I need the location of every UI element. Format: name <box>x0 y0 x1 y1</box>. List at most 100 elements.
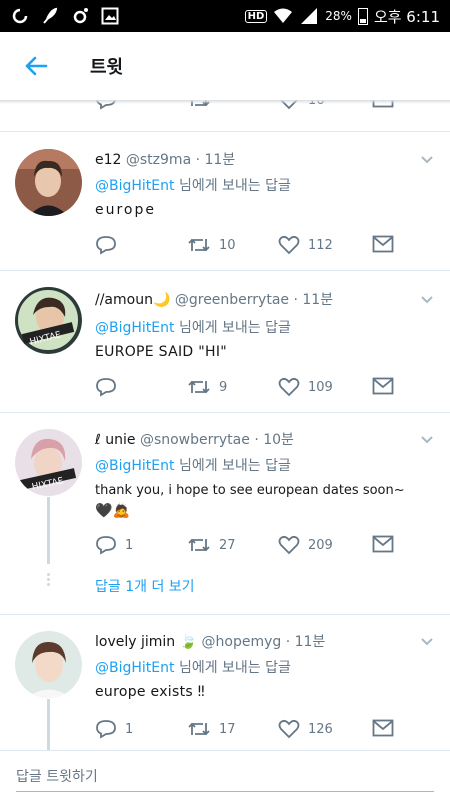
avatar[interactable]: HIXTAE <box>15 287 82 354</box>
tweet-text: europe <box>95 202 156 218</box>
mail-icon <box>372 719 394 737</box>
reply-context-text: 님에게 보내는 답글 <box>174 178 291 194</box>
avatar[interactable] <box>15 631 82 698</box>
chevron-down-icon[interactable] <box>420 153 434 167</box>
share-button[interactable] <box>372 235 394 253</box>
chevron-down-icon[interactable] <box>420 433 434 447</box>
mention-link[interactable]: @BigHitEnt <box>95 320 175 336</box>
reply-context: @BigHitEnt 님에게 보내는 답글 <box>95 455 291 475</box>
thread-dots <box>46 571 51 588</box>
avatar[interactable]: HIXTAE <box>15 429 82 496</box>
mention-link[interactable]: @BigHitEnt <box>95 178 175 194</box>
app-bar-shadow <box>0 100 450 104</box>
reply-icon <box>96 720 116 739</box>
chevron-down-icon[interactable] <box>420 635 434 649</box>
display-name[interactable]: //amoun <box>95 292 153 308</box>
tweet-item[interactable]: HIXTAE //amoun🌙 @greenberrytae · 11분 @Bi… <box>0 271 450 413</box>
share-button[interactable] <box>372 719 394 737</box>
reply-input[interactable]: 답글 트윗하기 <box>16 766 98 786</box>
retweet-count: 17 <box>219 721 236 737</box>
tweet-text: EUROPE SAID "HI" <box>95 344 227 360</box>
tweet-item[interactable]: e12 @stz9ma · 11분 @BigHitEnt 님에게 보내는 답글 … <box>0 133 450 271</box>
handle[interactable]: @snowberrytae <box>140 432 250 448</box>
handle[interactable]: @greenberrytae <box>175 292 289 308</box>
reply-button[interactable]: 1 <box>95 535 133 555</box>
retweet-icon <box>188 238 210 252</box>
share-button[interactable] <box>372 535 394 553</box>
reply-count: 1 <box>125 721 134 737</box>
wifi-icon <box>273 7 293 25</box>
mention-link[interactable]: @BigHitEnt <box>95 660 175 676</box>
reply-button[interactable]: 1 <box>95 719 133 739</box>
arrow-left-icon <box>25 56 48 76</box>
tweet-list[interactable]: 16 e12 @stz9ma · 11분 @BigHitEnt 님에게 보내는 … <box>0 100 450 750</box>
tweet-partial[interactable]: 16 <box>0 100 450 132</box>
tweet-actions: 10 112 <box>95 235 450 259</box>
tweet-item[interactable]: lovely jimin 🍃 @hopemyg · 11분 @BigHitEnt… <box>0 615 450 750</box>
retweet-button[interactable]: 10 <box>187 235 236 255</box>
mail-icon <box>372 535 394 553</box>
heart-icon <box>278 235 300 255</box>
display-name[interactable]: e12 <box>95 152 121 168</box>
reply-icon <box>96 536 116 555</box>
reply-composer[interactable]: 답글 트윗하기 <box>0 750 450 800</box>
reply-context-text: 님에게 보내는 답글 <box>174 320 291 336</box>
like-count: 126 <box>308 721 333 737</box>
reply-icon <box>96 236 116 255</box>
display-name[interactable]: ℓ unie <box>95 432 135 448</box>
mail-icon <box>372 377 394 395</box>
feather-icon <box>40 7 60 25</box>
tweet-actions: 9 109 <box>95 377 450 401</box>
heart-icon <box>278 719 300 739</box>
tweet-text: europe exists ‼ <box>95 684 205 700</box>
handle[interactable]: @hopemyg <box>202 634 282 650</box>
tweet-text: thank you, i hope to see european dates … <box>95 483 405 498</box>
like-button[interactable]: 109 <box>278 377 333 397</box>
reply-count: 1 <box>125 537 134 553</box>
retweet-icon <box>188 538 210 552</box>
retweet-button[interactable]: 27 <box>187 535 236 555</box>
avatar[interactable] <box>15 149 82 216</box>
like-button[interactable]: 112 <box>278 235 333 255</box>
tweet-header: ℓ unie @snowberrytae · 10분 <box>95 429 294 449</box>
timestamp: · 11분 <box>285 634 326 650</box>
chevron-down-icon[interactable] <box>420 293 434 307</box>
like-button[interactable]: 126 <box>278 719 333 739</box>
input-underline <box>16 791 434 792</box>
retweet-count: 9 <box>219 379 228 395</box>
timestamp: · 10분 <box>254 432 294 448</box>
display-name[interactable]: lovely jimin <box>95 634 175 650</box>
thread-line <box>47 497 50 564</box>
camera-dot-icon <box>70 7 90 25</box>
reply-context: @BigHitEnt 님에게 보내는 답글 <box>95 657 291 677</box>
mention-link[interactable]: @BigHitEnt <box>95 458 175 474</box>
back-button[interactable] <box>18 48 54 84</box>
hd-badge: HD <box>244 9 268 23</box>
name-emoji: 🍃 <box>179 634 198 650</box>
retweet-button[interactable]: 17 <box>187 719 236 739</box>
handle[interactable]: @stz9ma <box>126 152 191 168</box>
reply-button[interactable] <box>95 235 117 255</box>
share-button[interactable] <box>372 377 394 395</box>
tweet-item[interactable]: HIXTAE ℓ unie @snowberrytae · 10분 @BigHi… <box>0 413 450 615</box>
heart-icon <box>278 535 300 555</box>
show-more-replies-link[interactable]: 답글 1개 더 보기 <box>95 576 195 596</box>
reply-icon <box>96 378 116 397</box>
app-bar: 트윗 <box>0 32 450 100</box>
tweet-text-emoji: 🖤🙇 <box>95 503 131 519</box>
retweet-button[interactable]: 9 <box>187 377 227 397</box>
mail-icon <box>372 235 394 253</box>
tweet-header: lovely jimin 🍃 @hopemyg · 11분 <box>95 631 325 651</box>
tweet-header: //amoun🌙 @greenberrytae · 11분 <box>95 289 333 309</box>
clock: 오후 6:11 <box>373 7 440 26</box>
reply-button[interactable] <box>95 377 117 397</box>
timestamp: · 11분 <box>195 152 236 168</box>
battery-icon <box>357 7 368 25</box>
like-button[interactable]: 209 <box>278 535 333 555</box>
gallery-icon <box>100 7 120 25</box>
reply-context-text: 님에게 보내는 답글 <box>174 660 291 676</box>
like-count: 209 <box>308 537 333 553</box>
reply-context-text: 님에게 보내는 답글 <box>174 458 291 474</box>
tweet-actions: 1 17 126 <box>95 719 450 743</box>
retweet-count: 10 <box>219 237 236 253</box>
